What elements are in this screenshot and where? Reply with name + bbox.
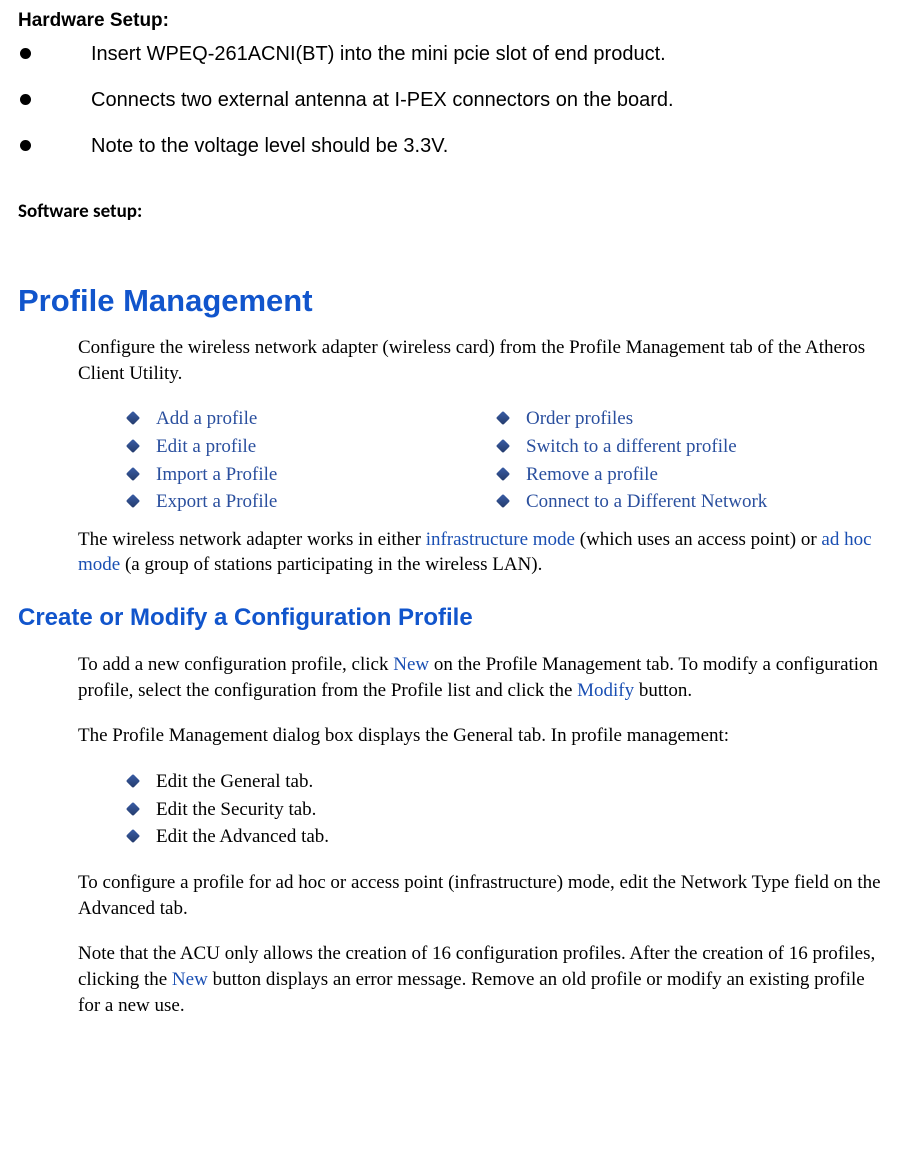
list-item-text: Edit the General tab. xyxy=(156,771,313,792)
profile-management-title: Profile Management xyxy=(18,283,894,319)
text: (which uses an access point) or xyxy=(575,529,821,550)
hardware-item-text: Note to the voltage level should be 3.3V… xyxy=(91,132,448,160)
list-item-text: Edit the Security tab. xyxy=(156,799,316,820)
text: button. xyxy=(634,680,692,701)
profile-action-link[interactable]: Connect to a Different Network xyxy=(526,491,767,512)
hardware-item: Note to the voltage level should be 3.3V… xyxy=(18,132,894,160)
new-button-ref: New xyxy=(393,654,429,675)
create-modify-p3: To configure a profile for ad hoc or acc… xyxy=(78,870,884,921)
list-item: Edit the Advanced tab. xyxy=(128,824,884,850)
profile-action-link[interactable]: Switch to a different profile xyxy=(526,436,737,457)
edit-tabs-list: Edit the General tab. Edit the Security … xyxy=(128,769,884,850)
hardware-setup-heading: Hardware Setup: xyxy=(18,10,894,32)
profile-action-link[interactable]: Import a Profile xyxy=(156,464,277,485)
hardware-item-text: Connects two external antenna at I-PEX c… xyxy=(91,86,674,114)
profile-management-intro: Configure the wireless network adapter (… xyxy=(78,335,884,386)
list-item: Edit a profile xyxy=(128,434,448,460)
list-item-text: Edit the Advanced tab. xyxy=(156,826,329,847)
hardware-item-text: Insert WPEQ-261ACNI(BT) into the mini pc… xyxy=(91,40,666,68)
list-item: Edit the General tab. xyxy=(128,769,884,795)
list-item: Add a profile xyxy=(128,406,448,432)
profile-action-link[interactable]: Remove a profile xyxy=(526,464,658,485)
hardware-item: Connects two external antenna at I-PEX c… xyxy=(18,86,894,114)
modes-paragraph: The wireless network adapter works in ei… xyxy=(78,527,884,578)
list-item: Connect to a Different Network xyxy=(498,489,818,515)
list-item: Remove a profile xyxy=(498,462,818,488)
profile-actions-left: Add a profile Edit a profile Import a Pr… xyxy=(128,406,448,515)
profile-action-link[interactable]: Order profiles xyxy=(526,408,633,429)
infrastructure-mode-link[interactable]: infrastructure mode xyxy=(426,529,575,550)
create-modify-title: Create or Modify a Configuration Profile xyxy=(18,604,894,632)
new-button-ref: New xyxy=(172,969,208,990)
bullet-icon xyxy=(20,94,31,105)
profile-action-link[interactable]: Export a Profile xyxy=(156,491,277,512)
create-modify-p1: To add a new configuration profile, clic… xyxy=(78,652,884,703)
text: The wireless network adapter works in ei… xyxy=(78,529,426,550)
text: To add a new configuration profile, clic… xyxy=(78,654,393,675)
profile-action-link[interactable]: Add a profile xyxy=(156,408,257,429)
list-item: Export a Profile xyxy=(128,489,448,515)
list-item: Edit the Security tab. xyxy=(128,797,884,823)
list-item: Import a Profile xyxy=(128,462,448,488)
profile-action-link[interactable]: Edit a profile xyxy=(156,436,256,457)
hardware-setup-list: Insert WPEQ-261ACNI(BT) into the mini pc… xyxy=(18,40,894,160)
modify-button-ref: Modify xyxy=(577,680,634,701)
create-modify-p4: Note that the ACU only allows the creati… xyxy=(78,941,884,1018)
bullet-icon xyxy=(20,140,31,151)
list-item: Switch to a different profile xyxy=(498,434,818,460)
list-item: Order profiles xyxy=(498,406,818,432)
bullet-icon xyxy=(20,48,31,59)
hardware-item: Insert WPEQ-261ACNI(BT) into the mini pc… xyxy=(18,40,894,68)
profile-actions-columns: Add a profile Edit a profile Import a Pr… xyxy=(78,406,884,517)
create-modify-p2: The Profile Management dialog box displa… xyxy=(78,723,884,749)
text: (a group of stations participating in th… xyxy=(120,554,542,575)
software-setup-heading: Software setup: xyxy=(18,200,894,223)
profile-actions-right: Order profiles Switch to a different pro… xyxy=(498,406,818,515)
